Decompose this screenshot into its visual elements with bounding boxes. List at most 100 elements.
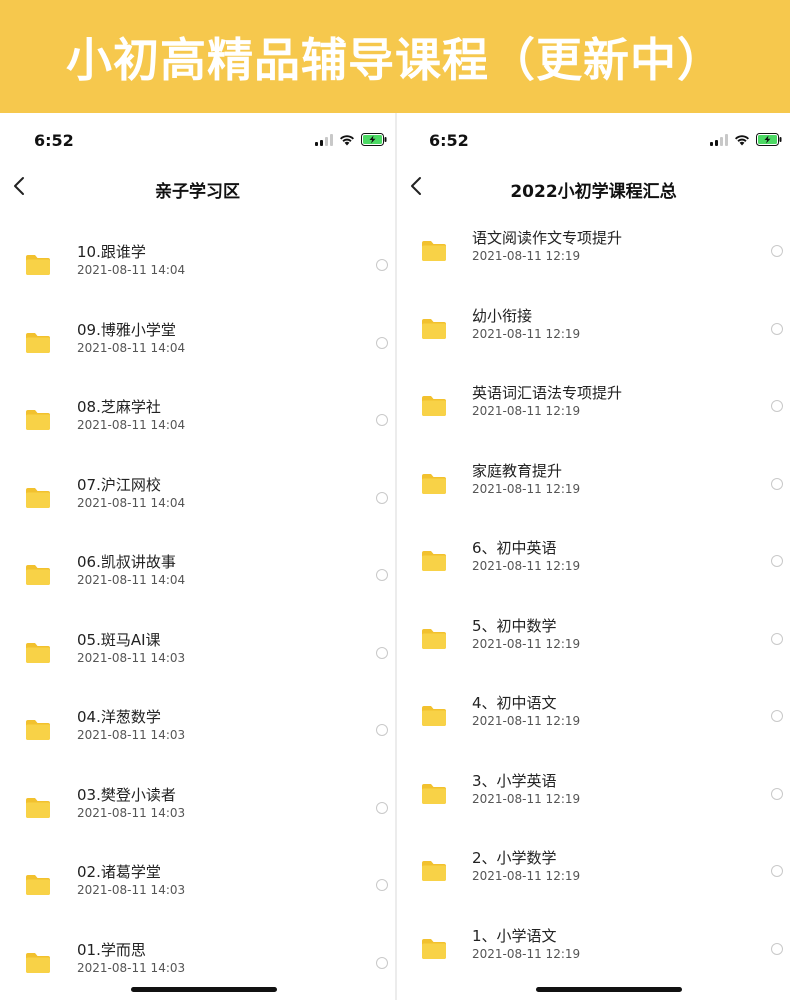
file-row[interactable]: 2、小学数学 2021-08-11 12:19 [397, 829, 790, 907]
battery-charging-icon [361, 133, 387, 146]
folder-icon [26, 642, 50, 663]
select-radio[interactable] [376, 491, 388, 504]
select-radio[interactable] [771, 555, 783, 567]
battery-charging-icon [756, 133, 782, 146]
file-name: 02.诸葛学堂 [77, 863, 161, 881]
file-date: 2021-08-11 12:19 [472, 946, 581, 961]
folder-icon [422, 861, 446, 881]
folder-icon [422, 241, 446, 261]
promo-banner: 小初高精品辅导课程（更新中） [0, 0, 790, 113]
select-radio[interactable] [771, 710, 783, 722]
file-date: 2021-08-11 14:03 [77, 883, 186, 897]
select-radio[interactable] [376, 956, 388, 969]
select-radio[interactable] [376, 724, 388, 736]
select-radio[interactable] [771, 942, 783, 955]
file-row[interactable]: 3、小学英语 2021-08-11 12:19 [397, 752, 790, 830]
page-title: 2022小初学课程汇总 [510, 182, 677, 202]
file-row[interactable]: 08.芝麻学社 2021-08-11 14:04 [0, 364, 395, 442]
select-radio[interactable] [771, 477, 783, 490]
file-row[interactable]: 1、小学语文 2021-08-11 12:19 [397, 907, 790, 985]
file-name: 04.洋葱数学 [77, 708, 161, 726]
select-radio[interactable] [771, 865, 783, 877]
wifi-icon [735, 134, 749, 145]
select-radio[interactable] [376, 801, 388, 814]
select-radio[interactable] [376, 414, 388, 426]
file-date: 2021-08-11 12:19 [472, 326, 581, 341]
file-date: 2021-08-11 14:04 [77, 418, 186, 432]
file-date: 2021-08-11 12:19 [472, 249, 581, 263]
file-name: 07.沪江网校 [77, 475, 161, 494]
select-radio[interactable] [376, 879, 388, 891]
select-radio[interactable] [771, 322, 783, 335]
folder-icon [26, 797, 50, 818]
file-row[interactable]: 幼小衔接 2021-08-11 12:19 [397, 287, 790, 365]
file-row[interactable]: 家庭教育提升 2021-08-11 12:19 [397, 442, 790, 520]
select-radio[interactable] [771, 400, 783, 412]
file-row[interactable]: 05.斑马AI课 2021-08-11 14:03 [0, 597, 395, 675]
file-list: 语文阅读作文专项提升 2021-08-11 12:19 幼小衔接 2021-08-11… [397, 209, 790, 984]
file-row[interactable]: 语文阅读作文专项提升 2021-08-11 12:19 [397, 209, 790, 287]
file-name: 4、初中语文 [472, 694, 557, 712]
left-phone-screen: 6:52 亲子学习区 10.跟谁学 2021-08-11 14:04 09.博雅… [0, 113, 397, 1000]
folder-icon [422, 628, 446, 649]
folder-icon [26, 410, 50, 430]
select-radio[interactable] [376, 336, 388, 349]
status-bar: 6:52 [397, 113, 790, 165]
file-name: 5、初中数学 [472, 616, 557, 635]
file-name: 10.跟谁学 [77, 243, 146, 261]
select-radio[interactable] [771, 245, 783, 257]
home-indicator[interactable] [536, 987, 682, 992]
file-row[interactable]: 6、初中英语 2021-08-11 12:19 [397, 519, 790, 597]
file-row[interactable]: 4、初中语文 2021-08-11 12:19 [397, 674, 790, 752]
file-row[interactable]: 01.学而思 2021-08-11 14:03 [0, 907, 395, 985]
file-row[interactable]: 04.洋葱数学 2021-08-11 14:03 [0, 674, 395, 752]
select-radio[interactable] [376, 259, 388, 271]
select-radio[interactable] [376, 569, 388, 581]
file-date: 2021-08-11 14:03 [77, 805, 186, 820]
folder-icon [26, 255, 50, 275]
select-radio[interactable] [771, 632, 783, 645]
file-row[interactable]: 06.凯叔讲故事 2021-08-11 14:04 [0, 519, 395, 597]
file-row[interactable]: 10.跟谁学 2021-08-11 14:04 [0, 209, 395, 287]
file-name: 1、小学语文 [472, 926, 557, 945]
file-name: 2、小学数学 [472, 849, 557, 867]
file-row[interactable]: 07.沪江网校 2021-08-11 14:04 [0, 442, 395, 520]
folder-icon [26, 952, 50, 973]
wifi-icon [340, 134, 354, 145]
page-title: 亲子学习区 [155, 182, 240, 202]
file-name: 幼小衔接 [472, 306, 533, 325]
file-row[interactable]: 5、初中数学 2021-08-11 12:19 [397, 597, 790, 675]
banner-title: 小初高精品辅导课程（更新中） [66, 32, 724, 87]
file-date: 2021-08-11 14:03 [77, 650, 186, 665]
file-date: 2021-08-11 14:04 [77, 263, 186, 277]
navigation-bar: 亲子学习区 [0, 165, 395, 209]
file-row[interactable]: 英语词汇语法专项提升 2021-08-11 12:19 [397, 364, 790, 442]
file-date: 2021-08-11 14:03 [77, 728, 186, 742]
file-row[interactable]: 03.樊登小读者 2021-08-11 14:03 [0, 752, 395, 830]
folder-icon [26, 565, 50, 585]
folder-icon [422, 706, 446, 726]
select-radio[interactable] [771, 787, 783, 800]
folder-icon [422, 938, 446, 959]
folder-icon [422, 396, 446, 416]
navigation-bar: 2022小初学课程汇总 [397, 165, 790, 209]
status-time: 6:52 [34, 131, 74, 150]
cellular-signal-icon [315, 133, 333, 146]
file-date: 2021-08-11 14:04 [77, 495, 186, 510]
folder-icon [26, 332, 50, 353]
file-name: 03.樊登小读者 [77, 785, 176, 804]
file-name: 01.学而思 [77, 940, 146, 959]
folder-icon [26, 487, 50, 508]
screenshot-panels: 6:52 亲子学习区 10.跟谁学 2021-08-11 14:04 09.博雅… [0, 113, 790, 1000]
folder-icon [26, 875, 50, 895]
file-date: 2021-08-11 12:19 [472, 791, 581, 806]
file-row[interactable]: 09.博雅小学堂 2021-08-11 14:04 [0, 287, 395, 365]
home-indicator[interactable] [131, 987, 277, 992]
status-icons [315, 133, 387, 146]
file-row[interactable]: 02.诸葛学堂 2021-08-11 14:03 [0, 829, 395, 907]
select-radio[interactable] [376, 646, 388, 659]
folder-icon [422, 473, 446, 494]
file-name: 08.芝麻学社 [77, 398, 161, 416]
file-date: 2021-08-11 14:04 [77, 573, 186, 587]
file-date: 2021-08-11 12:19 [472, 636, 581, 651]
